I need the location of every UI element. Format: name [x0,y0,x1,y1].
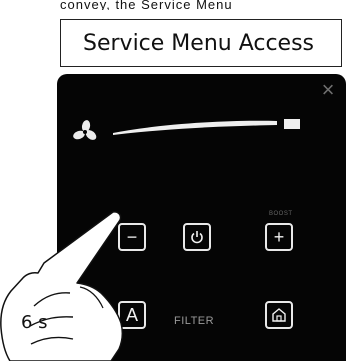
boost-label: BOOST [269,211,293,217]
plus-button[interactable]: + [265,223,293,251]
home-icon [272,308,286,322]
press-duration-label: 6 s [21,312,48,333]
power-icon [191,231,203,244]
slider-end-marker [284,119,300,129]
power-button[interactable] [183,223,211,251]
page-title: Service Menu Access [60,19,342,67]
pointing-hand-icon [0,211,124,361]
title-text: Service Menu Access [83,30,315,56]
home-button[interactable] [265,301,293,329]
slider-track [113,120,277,135]
top-text-fragment: convey, the Service Menu [60,0,233,10]
fan-speed-slider[interactable] [111,110,301,136]
fan-icon [73,120,97,140]
close-icon[interactable]: × [316,78,340,102]
filter-label: FILTER [174,315,215,327]
plus-icon: + [273,227,285,247]
